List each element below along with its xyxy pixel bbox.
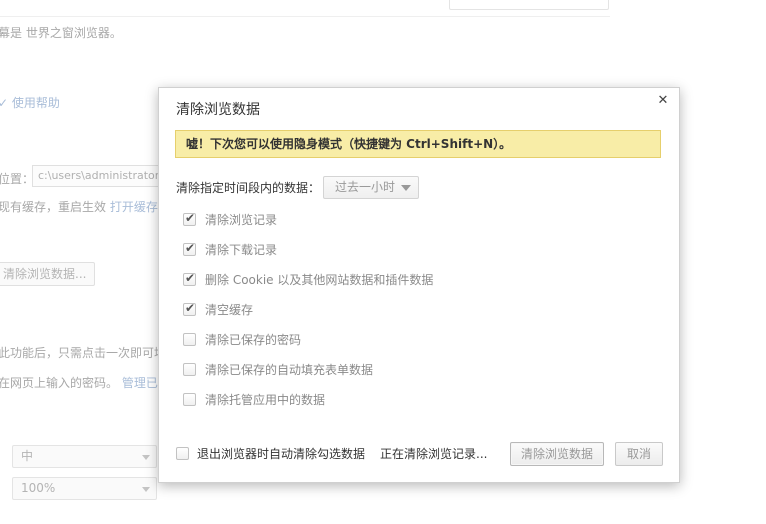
clear-browsing-data-dialog: 清除浏览数据 ✕ 嘘！下次您可以使用隐身模式（快捷键为 Ctrl+Shift+N… xyxy=(158,87,680,483)
clear-browsing-data-button[interactable]: 清除浏览数据 xyxy=(510,442,604,466)
background-password-text: 在网页上输入的密码。 管理已保 xyxy=(0,376,170,390)
close-icon[interactable]: ✕ xyxy=(656,94,670,108)
option-label: 清除浏览记录 xyxy=(205,212,278,227)
background-zoom-select: 100% xyxy=(12,477,157,500)
option-clear-history[interactable]: ✔ 清除浏览记录 xyxy=(183,210,277,228)
checkbox-clear-history[interactable]: ✔ xyxy=(183,210,196,226)
option-empty-cache[interactable]: ✔ 清空缓存 xyxy=(183,300,253,318)
checkbox-delete-cookies[interactable]: ✔ xyxy=(183,270,196,286)
checkbox-empty-cache[interactable]: ✔ xyxy=(183,300,196,316)
option-clear-downloads[interactable]: ✔ 清除下载记录 xyxy=(183,240,277,258)
option-label: 清空缓存 xyxy=(205,302,254,317)
time-range-select[interactable]: 过去一小时 xyxy=(323,176,419,199)
time-range-label: 清除指定时间段内的数据： xyxy=(176,181,321,195)
background-location-input: c:\users\administrator\ xyxy=(32,165,162,187)
option-label: 清除已保存的自动填充表单数据 xyxy=(205,362,374,377)
incognito-tip-banner: 嘘！下次您可以使用隐身模式（快捷键为 Ctrl+Shift+N）。 xyxy=(175,130,661,158)
background-search-box xyxy=(449,0,609,10)
background-clear-data-button: 清除浏览数据... xyxy=(0,262,95,286)
background-font-size-select: 中 xyxy=(12,445,157,468)
checkbox-clear-downloads[interactable]: ✔ xyxy=(183,240,196,256)
checkmark-icon: ✔ xyxy=(185,270,196,285)
option-label: 清除下载记录 xyxy=(205,242,278,257)
option-clear-hosted-app-data[interactable]: 清除托管应用中的数据 xyxy=(183,390,325,408)
checkbox-auto-clear-on-exit[interactable] xyxy=(176,447,189,460)
option-label: 清除托管应用中的数据 xyxy=(205,392,326,407)
option-delete-cookies[interactable]: ✔ 删除 Cookie 以及其他网站数据和插件数据 xyxy=(183,270,433,288)
auto-clear-label: 退出浏览器时自动清除勾选数据 xyxy=(197,447,366,461)
background-location-label: 位置： xyxy=(0,172,35,186)
background-help-link: ✓ 使用帮助 xyxy=(0,96,60,110)
option-label: 清除已保存的密码 xyxy=(205,332,302,347)
time-range-value: 过去一小时 xyxy=(335,180,396,194)
background-open-cache-link: 打开缓存 xyxy=(109,200,158,214)
option-clear-passwords[interactable]: 清除已保存的密码 xyxy=(183,330,301,348)
dialog-title: 清除浏览数据 xyxy=(176,102,260,118)
clearing-status-text: 正在清除浏览记录... xyxy=(380,447,488,461)
checkbox-clear-hosted-app-data[interactable] xyxy=(183,392,196,406)
cancel-button[interactable]: 取消 xyxy=(615,442,663,466)
chevron-down-icon xyxy=(401,185,411,191)
checkbox-clear-autofill[interactable] xyxy=(183,362,196,376)
checkmark-icon: ✔ xyxy=(185,240,196,255)
checkmark-icon: ✔ xyxy=(185,300,196,315)
option-label: 删除 Cookie 以及其他网站数据和插件数据 xyxy=(205,272,434,287)
option-clear-autofill[interactable]: 清除已保存的自动填充表单数据 xyxy=(183,360,373,378)
background-autofill-text: 此功能后，只需点击一次即可填 xyxy=(0,346,167,360)
background-intro-text: 幕是 世界之窗浏览器。 xyxy=(0,26,122,40)
background-divider xyxy=(0,16,610,17)
auto-clear-on-exit-option[interactable]: 退出浏览器时自动清除勾选数据 xyxy=(176,445,365,462)
checkbox-clear-passwords[interactable] xyxy=(183,332,196,346)
checkmark-icon: ✔ xyxy=(185,210,196,225)
background-cache-text: 现有缓存，重启生效 打开缓存 xyxy=(0,200,158,214)
